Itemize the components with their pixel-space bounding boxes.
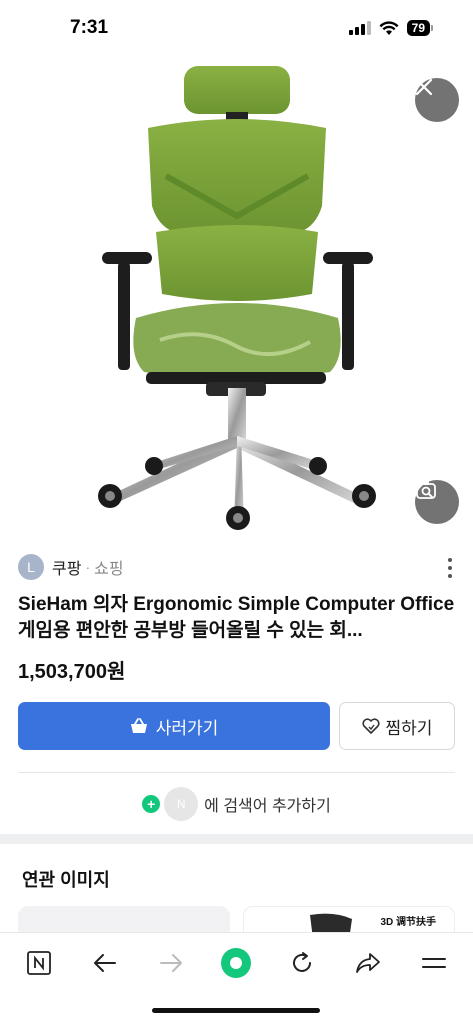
refresh-button[interactable] [280, 941, 324, 985]
green-home-button[interactable] [214, 941, 258, 985]
image-search-button[interactable] [415, 480, 459, 524]
heart-icon [361, 718, 380, 734]
menu-button[interactable] [412, 941, 456, 985]
add-keyword-label: 에 검색어 추가하기 [204, 798, 331, 815]
bottom-toolbar [0, 932, 473, 992]
buy-button-label: 사러가기 [155, 718, 219, 738]
forward-button[interactable] [149, 941, 193, 985]
thumbnail-caption: 3D 调节扶手 [380, 917, 436, 928]
section-divider [0, 834, 473, 844]
product-price: 1,503,700원 [18, 661, 126, 683]
product-image [98, 66, 376, 530]
wish-button-label: 찜하기 [385, 718, 433, 738]
green-home-icon [221, 947, 252, 978]
source-avatar: L [18, 554, 44, 580]
status-bar: 7:31 79 [0, 0, 473, 56]
buy-button[interactable]: 사러가기 [18, 702, 330, 750]
more-options-icon[interactable] [445, 558, 455, 578]
share-icon [356, 952, 381, 973]
related-images-title: 연관 이미지 [22, 870, 110, 890]
image-search-icon [416, 481, 436, 499]
battery-icon: 79 [406, 20, 433, 36]
add-keyword-row[interactable]: + N 에 검색어 추가하기 [18, 773, 455, 835]
naver-n-icon [27, 950, 51, 975]
source-separator: · [85, 559, 91, 575]
shopping-basket-icon [130, 718, 147, 733]
close-button[interactable] [415, 78, 459, 122]
status-icons: 79 [348, 20, 433, 36]
keyword-avatar: N [164, 787, 199, 821]
battery-level: 79 [406, 20, 430, 36]
product-title[interactable]: SieHam 의자 Ergonomic Simple Computer Offi… [18, 592, 455, 644]
source-name[interactable]: 쿠팡 [52, 555, 81, 579]
action-row: 사러가기 찜하기 [18, 702, 455, 750]
back-button[interactable] [83, 941, 127, 985]
wish-button[interactable]: 찜하기 [339, 702, 455, 750]
source-category: 쇼핑 [94, 561, 124, 578]
menu-icon [421, 957, 446, 968]
forward-arrow-icon [159, 953, 182, 972]
share-button[interactable] [346, 941, 390, 985]
refresh-icon [293, 951, 312, 972]
status-time: 7:31 [70, 17, 109, 38]
plus-icon: + [142, 795, 161, 813]
image-viewer[interactable] [0, 56, 473, 536]
back-arrow-icon [93, 953, 116, 972]
naver-home-button[interactable] [17, 941, 61, 985]
source-row[interactable]: L 쿠팡 · 쇼핑 [18, 548, 455, 586]
close-icon [415, 78, 433, 96]
product-info: L 쿠팡 · 쇼핑 SieHam 의자 Ergonomic Simple Com… [0, 548, 473, 835]
wifi-icon [379, 20, 399, 35]
signal-icon [348, 21, 371, 35]
home-indicator [152, 1008, 320, 1013]
